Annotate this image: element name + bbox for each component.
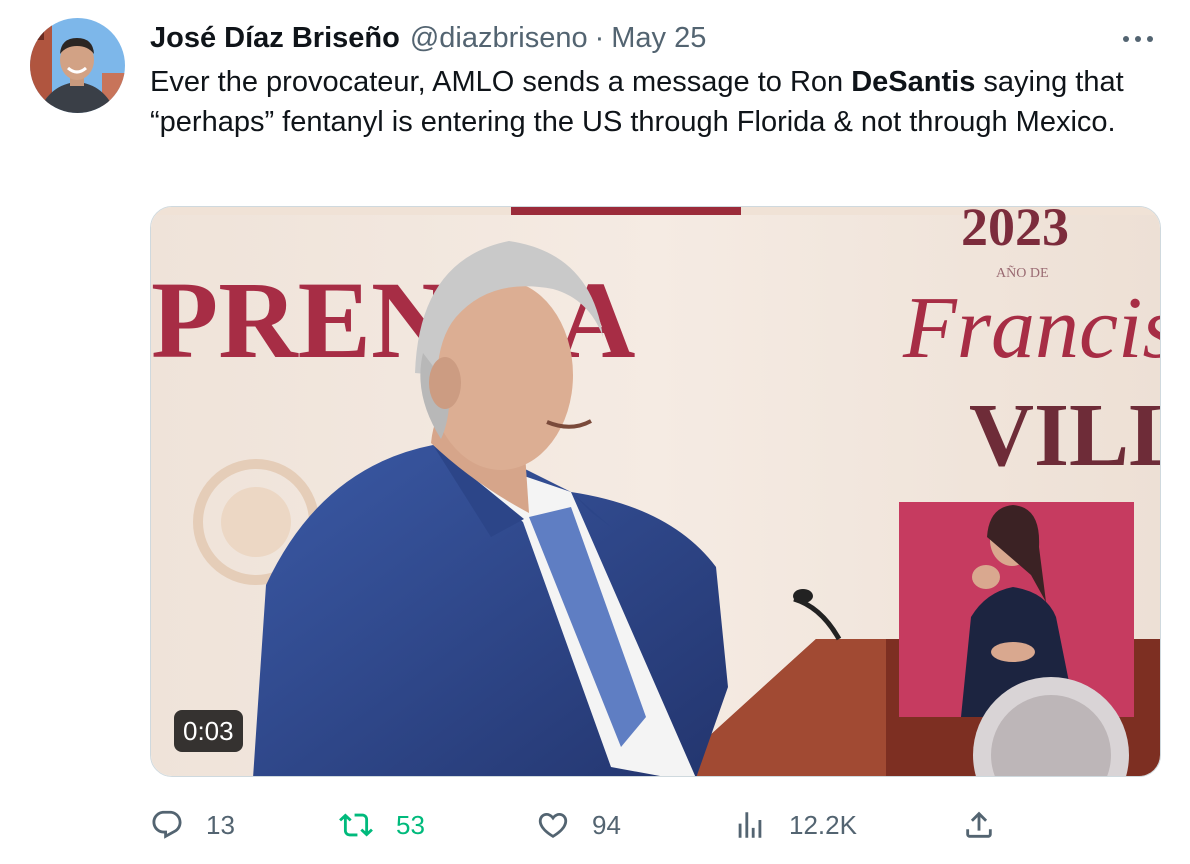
video-player[interactable]: PREN A 2023 AÑO DE Francis VILLA (150, 206, 1161, 777)
like-icon (538, 812, 568, 838)
share-button[interactable] (962, 800, 996, 850)
svg-text:Francis: Francis (902, 280, 1161, 377)
views-count: 12.2K (789, 809, 857, 840)
author-name[interactable]: José Díaz Briseño (150, 22, 400, 55)
tweet-date[interactable]: May 25 (611, 22, 706, 55)
reply-count: 13 (206, 809, 235, 840)
video-duration: 0:03 (174, 710, 243, 752)
retweet-count: 53 (396, 809, 425, 840)
reply-icon (152, 810, 182, 839)
tweet-text-bold[interactable]: DeSantis (851, 66, 975, 98)
svg-text:PREN: PREN (151, 259, 450, 381)
svg-text:VILLA: VILLA (969, 386, 1161, 485)
tweet-header: José Díaz Briseño @diazbriseno · May 25 (150, 20, 706, 56)
reply-button[interactable]: 13 (150, 800, 235, 850)
retweet-icon (339, 813, 373, 837)
views-icon (738, 812, 762, 838)
like-button[interactable]: 94 (536, 800, 621, 850)
svg-text:AÑO DE: AÑO DE (996, 265, 1049, 281)
views-button[interactable]: 12.2K (733, 800, 857, 850)
retweet-button[interactable]: 53 (338, 800, 425, 850)
share-icon (966, 811, 992, 838)
like-count: 94 (592, 809, 621, 840)
author-handle[interactable]: @diazbriseno (410, 22, 588, 55)
header-separator: · (594, 21, 605, 54)
author-avatar[interactable] (30, 18, 125, 113)
video-frame: PREN A 2023 AÑO DE Francis VILLA (151, 207, 1161, 776)
tweet-text: Ever the provocateur, AMLO sends a messa… (150, 62, 1160, 142)
tweet-text-part1: Ever the provocateur, AMLO sends a messa… (150, 66, 852, 98)
svg-text:2023: 2023 (961, 207, 1069, 257)
more-icon[interactable] (1118, 24, 1158, 54)
tweet-actions: 13 53 94 12.2K (0, 800, 1190, 850)
